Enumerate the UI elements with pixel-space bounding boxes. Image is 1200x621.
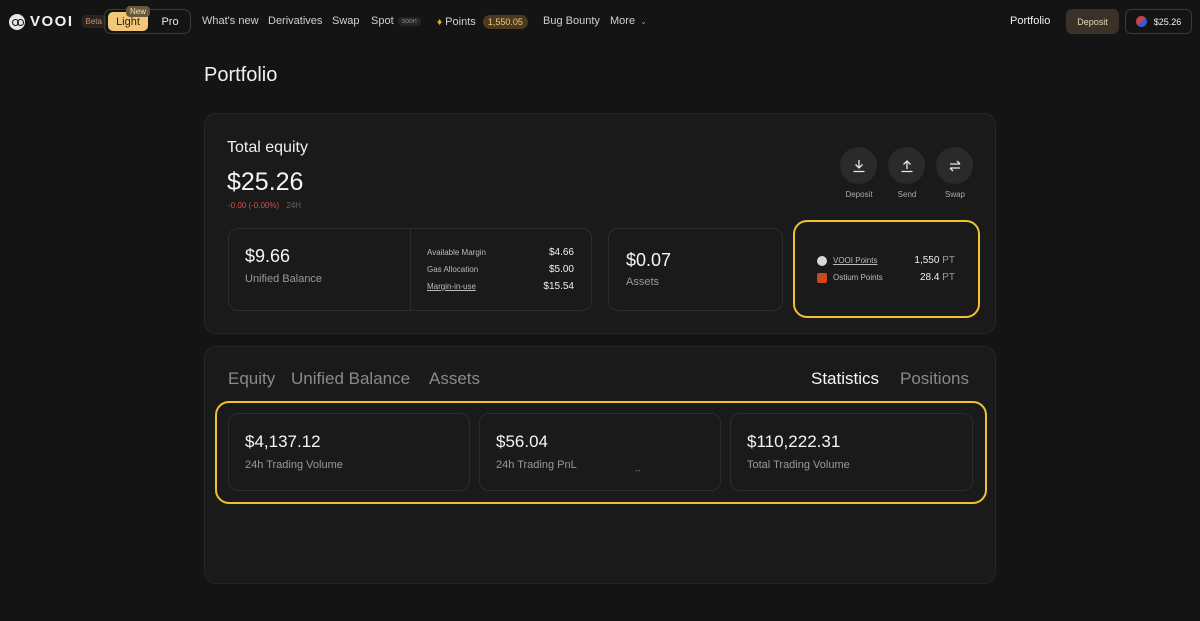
new-badge: New [126, 6, 151, 17]
vooi-points-amount: 1,550 [914, 255, 940, 266]
download-icon [853, 159, 864, 172]
deposit-action[interactable]: Deposit [840, 147, 878, 199]
nav-points[interactable]: ♦ Points 1,550.05 [437, 15, 528, 29]
ostium-points-icon [817, 273, 827, 283]
gas-allocation-label: Gas Allocation [427, 265, 479, 274]
vooi-logo-icon [9, 13, 25, 30]
flame-icon: ♦ [437, 17, 443, 28]
stat-card-total-volume [730, 413, 973, 491]
swap-arrows-icon [949, 160, 960, 171]
deposit-button[interactable]: Deposit [1066, 9, 1119, 34]
pnl-24h-label: 24h Trading PnL [496, 459, 577, 471]
equity-change-period: 24H [286, 201, 302, 210]
tab-unified-balance[interactable]: Unified Balance [291, 369, 410, 389]
stat-card-24h-pnl [479, 413, 721, 491]
assets-value: $0.07 [626, 250, 672, 270]
mode-switch: Light Pro New [104, 6, 191, 34]
wallet-avatar-icon [1135, 16, 1147, 27]
volume-24h-value: $4,137.12 [245, 432, 321, 451]
swap-action[interactable]: Swap [936, 147, 974, 199]
tab-assets[interactable]: Assets [429, 369, 480, 389]
page-title: Portfolio [204, 64, 278, 86]
total-equity-value: $25.26 [227, 168, 304, 196]
soon-badge: soon [397, 16, 421, 26]
nav-whats-new[interactable]: What's new [202, 15, 259, 27]
mode-pro-button[interactable]: Pro [152, 12, 188, 31]
vooi-points-value: 1,550 PT [895, 255, 955, 266]
beta-badge: Beta [81, 15, 106, 28]
swap-action-label: Swap [944, 190, 965, 199]
margin-in-use-link[interactable]: Margin-in-use [427, 282, 476, 291]
equity-change-value: -0.00 (-0.00%) [228, 201, 280, 210]
tab-statistics[interactable]: Statistics [811, 369, 879, 389]
ostium-points-unit: PT [942, 272, 955, 283]
logo[interactable]: VOOI Beta [9, 13, 106, 30]
unified-balance-value: $9.66 [245, 246, 291, 266]
volume-24h-label: 24h Trading Volume [245, 459, 343, 471]
deposit-circle[interactable] [840, 147, 877, 184]
brand-name: VOOI [30, 13, 74, 30]
vooi-points-link[interactable]: VOOI Points [833, 256, 877, 265]
available-margin-label: Available Margin [427, 248, 486, 257]
nav-derivatives[interactable]: Derivatives [268, 15, 322, 27]
send-circle[interactable] [888, 147, 925, 184]
equity-change: -0.00 (-0.00%) 24H [228, 201, 301, 210]
vooi-points-icon [817, 256, 827, 266]
chevron-down-icon: ⌄ [640, 17, 647, 26]
nav-more[interactable]: More ⌄ [610, 15, 647, 27]
points-balance-badge: 1,550.05 [482, 15, 528, 29]
points-balance-value: 1,550.05 [487, 17, 523, 27]
available-margin-value: $4.66 [548, 247, 574, 258]
nav-portfolio[interactable]: Portfolio [1010, 15, 1050, 27]
upload-icon [901, 159, 912, 172]
nav-bug-bounty[interactable]: Bug Bounty [543, 15, 600, 27]
margin-in-use-value: $15.54 [543, 281, 574, 292]
vooi-points-unit: PT [942, 255, 955, 266]
swap-circle[interactable] [936, 147, 973, 184]
wallet-button[interactable]: $25.26 [1125, 9, 1192, 34]
assets-label: Assets [626, 276, 660, 288]
unified-balance-label: Unified Balance [245, 273, 323, 285]
tab-equity[interactable]: Equity [228, 369, 275, 389]
gas-allocation-value: $5.00 [548, 264, 574, 275]
nav-spot[interactable]: Spot soon [371, 15, 421, 27]
send-action[interactable]: Send [888, 147, 926, 199]
total-volume-value: $110,222.31 [747, 432, 841, 451]
nav-more-label: More [610, 15, 636, 27]
ostium-points-amount: 28.4 [919, 272, 940, 283]
pnl-24h-value: $56.04 [496, 432, 548, 451]
total-volume-label: Total Trading Volume [747, 459, 850, 471]
top-nav: VOOI Beta Light Pro New What's new Deriv… [0, 0, 1200, 44]
divider [410, 229, 411, 310]
total-equity-label: Total equity [227, 139, 308, 156]
pnl-dash: -- [635, 466, 641, 475]
points-card [793, 220, 980, 318]
nav-spot-label: Spot [371, 15, 394, 27]
tab-positions[interactable]: Positions [900, 369, 969, 389]
ostium-points-label: Ostium Points [833, 273, 883, 282]
wallet-balance: $25.26 [1153, 16, 1182, 27]
nav-swap[interactable]: Swap [332, 15, 360, 27]
nav-points-label: Points [445, 16, 476, 28]
ostium-points-value: 28.4 PT [895, 272, 955, 283]
stat-card-24h-volume [228, 413, 470, 491]
